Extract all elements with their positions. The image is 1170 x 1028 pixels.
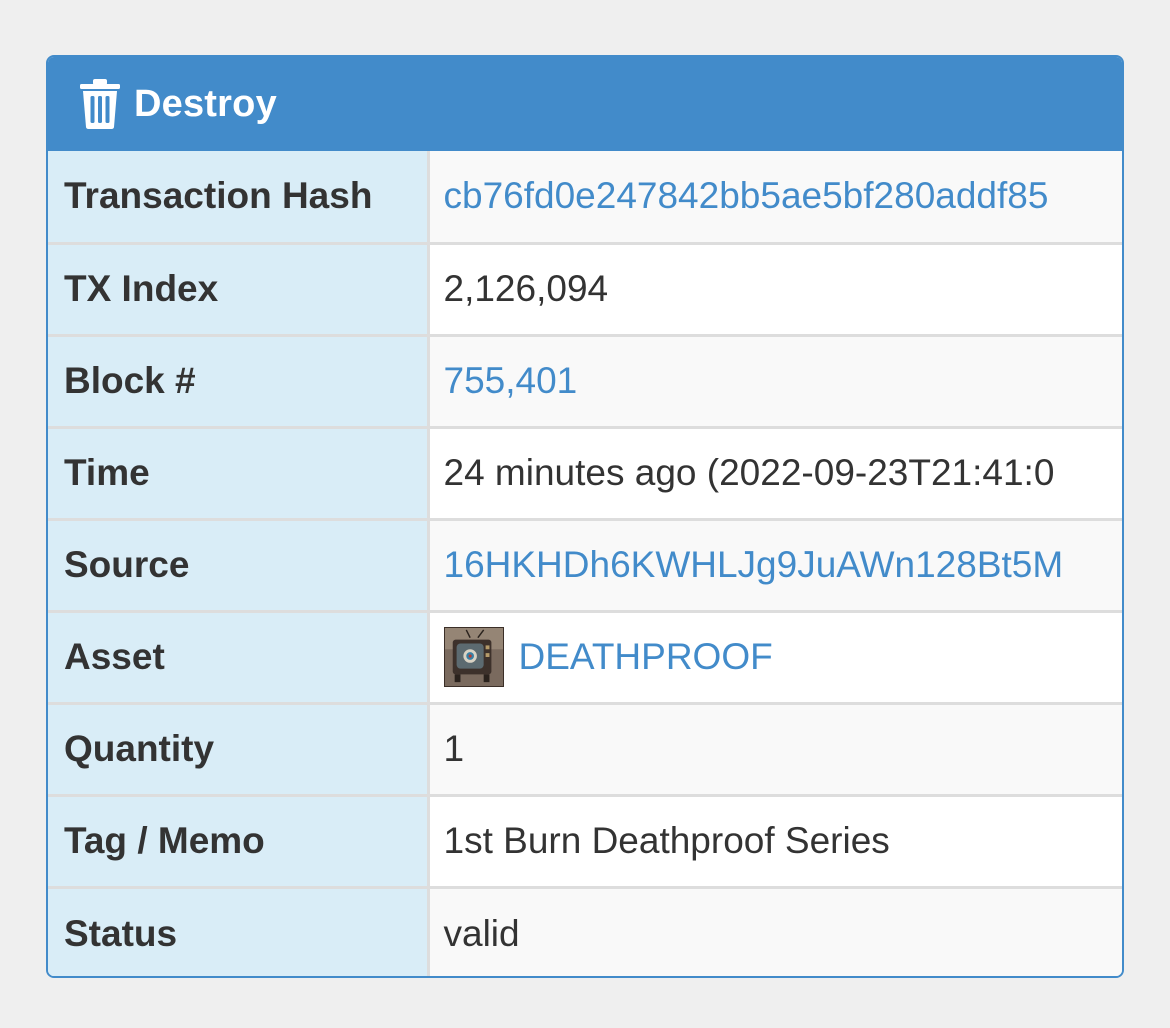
table-row: Transaction Hash cb76fd0e247842bb5ae5bf2… (48, 151, 1122, 243)
panel-heading: Destroy (48, 57, 1122, 151)
table-row: Quantity 1 (48, 701, 1122, 795)
row-label-tx-index: TX Index (48, 241, 430, 335)
tx-hash-link[interactable]: cb76fd0e247842bb5ae5bf280addf85 (444, 175, 1049, 216)
table-row: Block # 755,401 (48, 333, 1122, 427)
row-value-tx-hash: cb76fd0e247842bb5ae5bf280addf85 (428, 151, 1122, 243)
panel-title: Destroy (134, 82, 277, 125)
asset-link[interactable]: DEATHPROOF (519, 636, 773, 678)
row-label-asset: Asset (48, 609, 430, 703)
trash-icon (80, 79, 120, 129)
row-value-source: 16HKHDh6KWHLJg9JuAWn128Bt5M (428, 517, 1122, 611)
details-table: Transaction Hash cb76fd0e247842bb5ae5bf2… (48, 151, 1122, 976)
asset-thumbnail[interactable] (443, 627, 504, 687)
table-row: Tag / Memo 1st Burn Deathproof Series (48, 793, 1122, 887)
row-value-time: 24 minutes ago (2022-09-23T21:41:0 (428, 425, 1122, 519)
row-label-source: Source (48, 517, 430, 611)
table-row: Asset DEATHPROOF (48, 609, 1122, 703)
row-label-time: Time (48, 425, 430, 519)
destroy-panel: Destroy Transaction Hash cb76fd0e247842b… (46, 55, 1124, 978)
table-row: Status valid (48, 885, 1122, 976)
table-row: Source 16HKHDh6KWHLJg9JuAWn128Bt5M (48, 517, 1122, 611)
row-label-quantity: Quantity (48, 701, 430, 795)
row-value-memo: 1st Burn Deathproof Series (428, 793, 1122, 887)
row-value-block: 755,401 (428, 333, 1122, 427)
row-value-asset: DEATHPROOF (428, 609, 1122, 703)
table-row: TX Index 2,126,094 (48, 241, 1122, 335)
row-label-block: Block # (48, 333, 430, 427)
row-label-status: Status (48, 885, 430, 976)
row-value-quantity: 1 (428, 701, 1122, 795)
source-address-link[interactable]: 16HKHDh6KWHLJg9JuAWn128Bt5M (444, 544, 1064, 585)
row-label-tx-hash: Transaction Hash (48, 151, 430, 243)
row-value-status: valid (428, 885, 1122, 976)
block-link[interactable]: 755,401 (444, 360, 578, 401)
row-label-memo: Tag / Memo (48, 793, 430, 887)
table-row: Time 24 minutes ago (2022-09-23T21:41:0 (48, 425, 1122, 519)
row-value-tx-index: 2,126,094 (428, 241, 1122, 335)
